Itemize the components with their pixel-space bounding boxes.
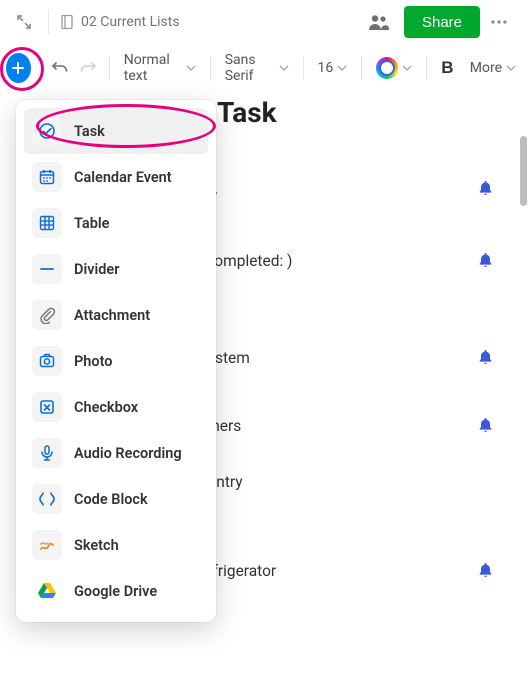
table-icon [32, 208, 62, 238]
insert-item-task[interactable]: Task [24, 108, 208, 154]
top-bar: 02 Current Lists Share [0, 0, 528, 44]
font-size-value: 16 [317, 60, 333, 76]
expand-icon [16, 14, 32, 30]
collaborators-button[interactable] [364, 7, 394, 37]
redo-button[interactable] [76, 53, 101, 83]
chevron-down-icon [337, 63, 347, 73]
insert-item-label: Checkbox [74, 399, 138, 416]
chevron-down-icon [186, 63, 196, 73]
insert-item-label: Table [74, 215, 109, 232]
task-icon [32, 116, 62, 146]
insert-item-label: Audio Recording [74, 445, 182, 462]
font-family-value: Sans Serif [225, 52, 275, 84]
scrollbar-thumb[interactable] [520, 136, 527, 206]
bold-button[interactable]: B [435, 53, 460, 83]
paragraph-style-value: Normal text [124, 52, 182, 84]
insert-item-google-drive[interactable]: Google Drive [24, 568, 208, 614]
divider-icon [32, 254, 62, 284]
calendar-icon [32, 162, 62, 192]
plus-icon [10, 60, 26, 76]
divider [109, 56, 110, 80]
reminder-bell-icon[interactable] [479, 253, 492, 267]
reminder-bell-icon[interactable] [479, 181, 492, 195]
redo-icon [79, 59, 97, 77]
font-size-dropdown[interactable]: 16 [311, 56, 353, 80]
insert-button[interactable] [6, 53, 31, 83]
insert-item-label: Attachment [74, 307, 150, 324]
chevron-down-icon [402, 63, 412, 73]
more-format-label: More [470, 60, 502, 76]
insert-item-code-block[interactable]: Code Block [24, 476, 208, 522]
note-actions-button[interactable] [490, 8, 518, 36]
people-icon [368, 13, 390, 31]
insert-item-label: Calendar Event [74, 169, 172, 186]
insert-item-divider[interactable]: Divider [24, 246, 208, 292]
more-format-dropdown[interactable]: More [464, 56, 522, 80]
insert-item-label: Divider [74, 261, 119, 278]
sketch-icon [32, 530, 62, 560]
divider [426, 56, 427, 80]
insert-item-checkbox[interactable]: Checkbox [24, 384, 208, 430]
expand-button[interactable] [10, 8, 38, 36]
divider [303, 56, 304, 80]
divider [361, 56, 362, 80]
reminder-bell-icon[interactable] [479, 563, 492, 577]
insert-item-table[interactable]: Table [24, 200, 208, 246]
photo-icon [32, 346, 62, 376]
reminder-bell-icon[interactable] [479, 418, 492, 432]
text-color-dropdown[interactable] [370, 53, 418, 83]
divider [210, 56, 211, 80]
breadcrumb-text: 02 Current Lists [81, 14, 180, 30]
insert-item-label: Code Block [74, 491, 148, 508]
reminder-bell-icon[interactable] [479, 350, 492, 364]
code-icon [32, 484, 62, 514]
divider [48, 10, 49, 34]
more-horizontal-icon [490, 13, 508, 31]
insert-item-label: Sketch [74, 537, 119, 554]
notebook-icon [59, 14, 75, 30]
insert-item-label: Task [74, 123, 105, 140]
insert-item-audio-recording[interactable]: Audio Recording [24, 430, 208, 476]
format-toolbar: Normal text Sans Serif 16 B More [0, 44, 528, 92]
breadcrumb[interactable]: 02 Current Lists [59, 14, 180, 30]
color-ring-icon [376, 57, 398, 79]
microphone-icon [32, 438, 62, 468]
google-drive-icon [32, 576, 62, 606]
chevron-down-icon [279, 63, 289, 73]
share-button[interactable]: Share [404, 6, 480, 38]
insert-item-photo[interactable]: Photo [24, 338, 208, 384]
font-family-dropdown[interactable]: Sans Serif [219, 48, 295, 88]
checkbox-icon [32, 392, 62, 422]
undo-button[interactable] [47, 53, 72, 83]
insert-item-attachment[interactable]: Attachment [24, 292, 208, 338]
undo-icon [51, 59, 69, 77]
insert-item-calendar-event[interactable]: Calendar Event [24, 154, 208, 200]
insert-item-label: Google Drive [74, 583, 157, 600]
chevron-down-icon [506, 63, 516, 73]
paragraph-style-dropdown[interactable]: Normal text [118, 48, 202, 88]
attachment-icon [32, 300, 62, 330]
insert-menu: Task Calendar Event Table Divider Attach… [16, 100, 216, 622]
insert-item-sketch[interactable]: Sketch [24, 522, 208, 568]
insert-item-label: Photo [74, 353, 113, 370]
